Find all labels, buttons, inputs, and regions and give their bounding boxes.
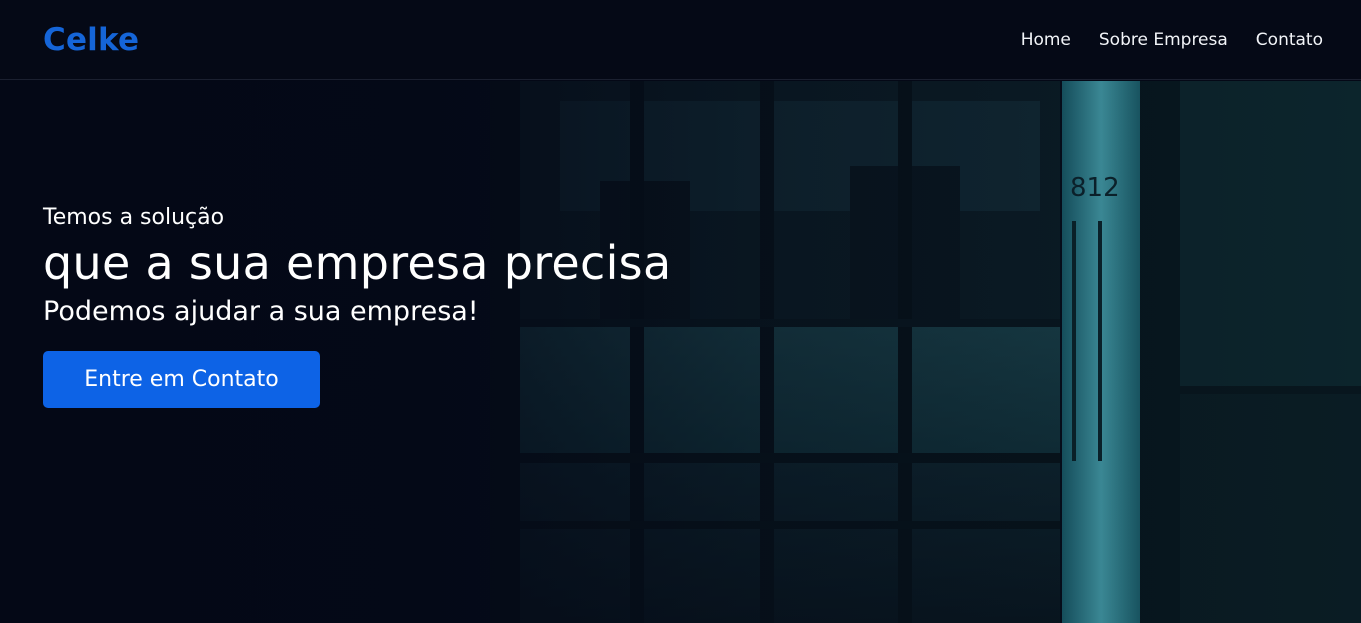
brand-logo[interactable]: Celke <box>43 22 139 58</box>
hero-title: que a sua empresa precisa <box>43 236 672 290</box>
navbar: Celke Home Sobre Empresa Contato <box>0 0 1361 80</box>
nav-menu: Home Sobre Empresa Contato <box>1021 30 1323 50</box>
hero-section: 812 Temos a solução que a sua empresa pr… <box>0 81 1361 623</box>
hero-kicker: Temos a solução <box>43 205 225 230</box>
hero-subtitle: Podemos ajudar a sua empresa! <box>43 296 479 327</box>
hero-content: Temos a solução que a sua empresa precis… <box>43 205 671 408</box>
nav-link-sobre-empresa[interactable]: Sobre Empresa <box>1099 30 1228 50</box>
nav-link-home[interactable]: Home <box>1021 30 1071 50</box>
nav-link-contato[interactable]: Contato <box>1256 30 1323 50</box>
contact-button[interactable]: Entre em Contato <box>43 351 320 408</box>
